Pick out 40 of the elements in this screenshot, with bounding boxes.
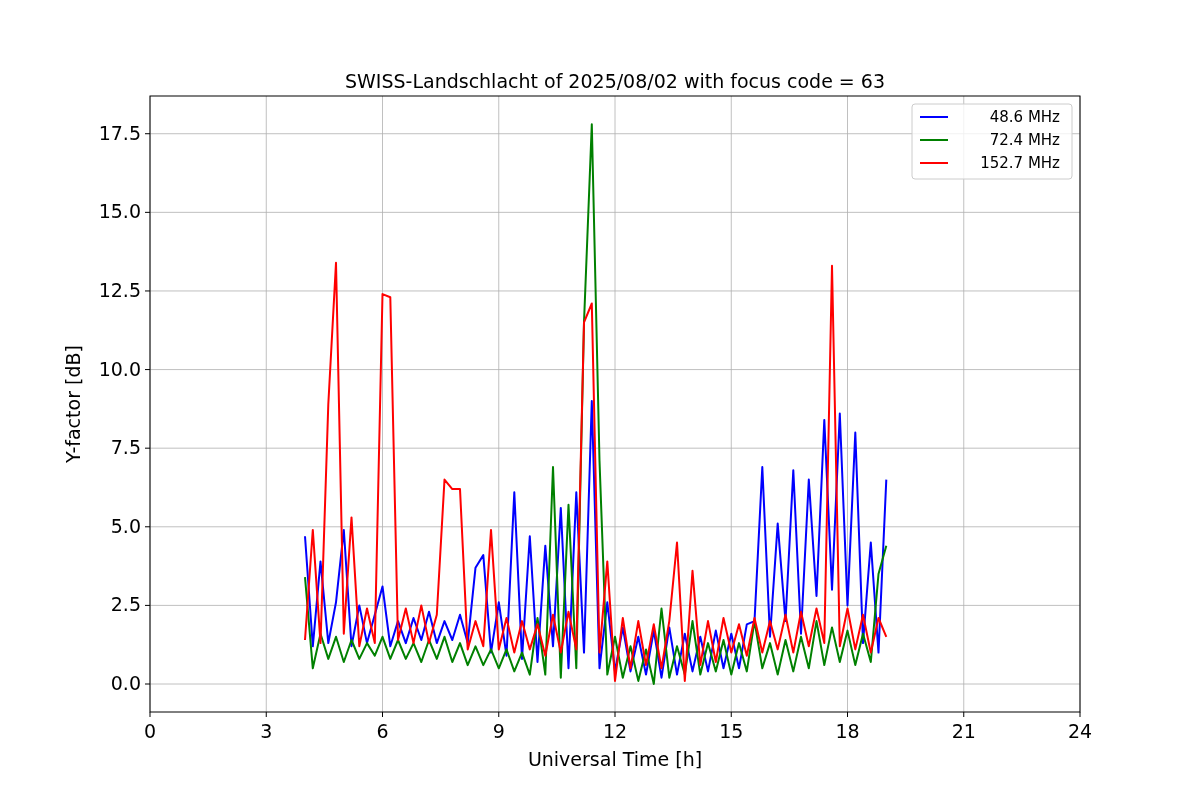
tick-mark: [144, 683, 151, 685]
tick-mark: [847, 711, 848, 718]
tick-mark: [144, 447, 151, 449]
tick-mark: [1079, 711, 1081, 718]
tick-label: 18: [835, 720, 860, 742]
tick-mark: [614, 711, 616, 718]
tick-mark: [144, 526, 151, 528]
tick-label: 17.5: [98, 121, 141, 144]
tick-label: 24: [1067, 720, 1093, 742]
legend-label: 152.7 MHz: [980, 154, 1060, 172]
tick-mark: [144, 604, 151, 606]
chart-title: SWISS-Landschlacht of 2025/08/02 with focus code = 63: [345, 70, 885, 92]
tick-label: 7.5: [110, 436, 141, 459]
tick-label: 2.5: [110, 593, 141, 616]
tick-mark: [265, 711, 267, 718]
tick-label: 9: [492, 720, 505, 742]
axis-label: Y-factor [dB]: [62, 345, 84, 463]
tick-mark: [382, 711, 383, 718]
tick-mark: [730, 711, 732, 718]
tick-mark: [498, 711, 500, 718]
tick-label: 15.0: [98, 200, 141, 223]
tick-label: 3: [260, 720, 273, 742]
tick-label: 12.5: [98, 278, 141, 301]
tick-mark: [963, 711, 965, 718]
legend-label: 48.6 MHz: [989, 108, 1060, 126]
tick-label: 21: [951, 720, 976, 742]
tick-label: 5.0: [110, 514, 141, 537]
tick-label: 10.0: [98, 357, 141, 380]
tick-label: 0.0: [110, 672, 141, 694]
tick-label: 6: [376, 720, 389, 742]
tick-mark: [144, 211, 151, 213]
tick-label: 12: [602, 720, 628, 742]
tick-mark: [144, 290, 151, 292]
tick-label: 0: [143, 720, 157, 742]
legend-label: 72.4 MHz: [989, 131, 1060, 149]
axis-label: Universal Time [h]: [527, 748, 703, 770]
tick-mark: [144, 133, 151, 135]
tick-mark: [149, 711, 151, 718]
tick-label: 15: [719, 720, 744, 742]
tick-mark: [144, 369, 151, 371]
